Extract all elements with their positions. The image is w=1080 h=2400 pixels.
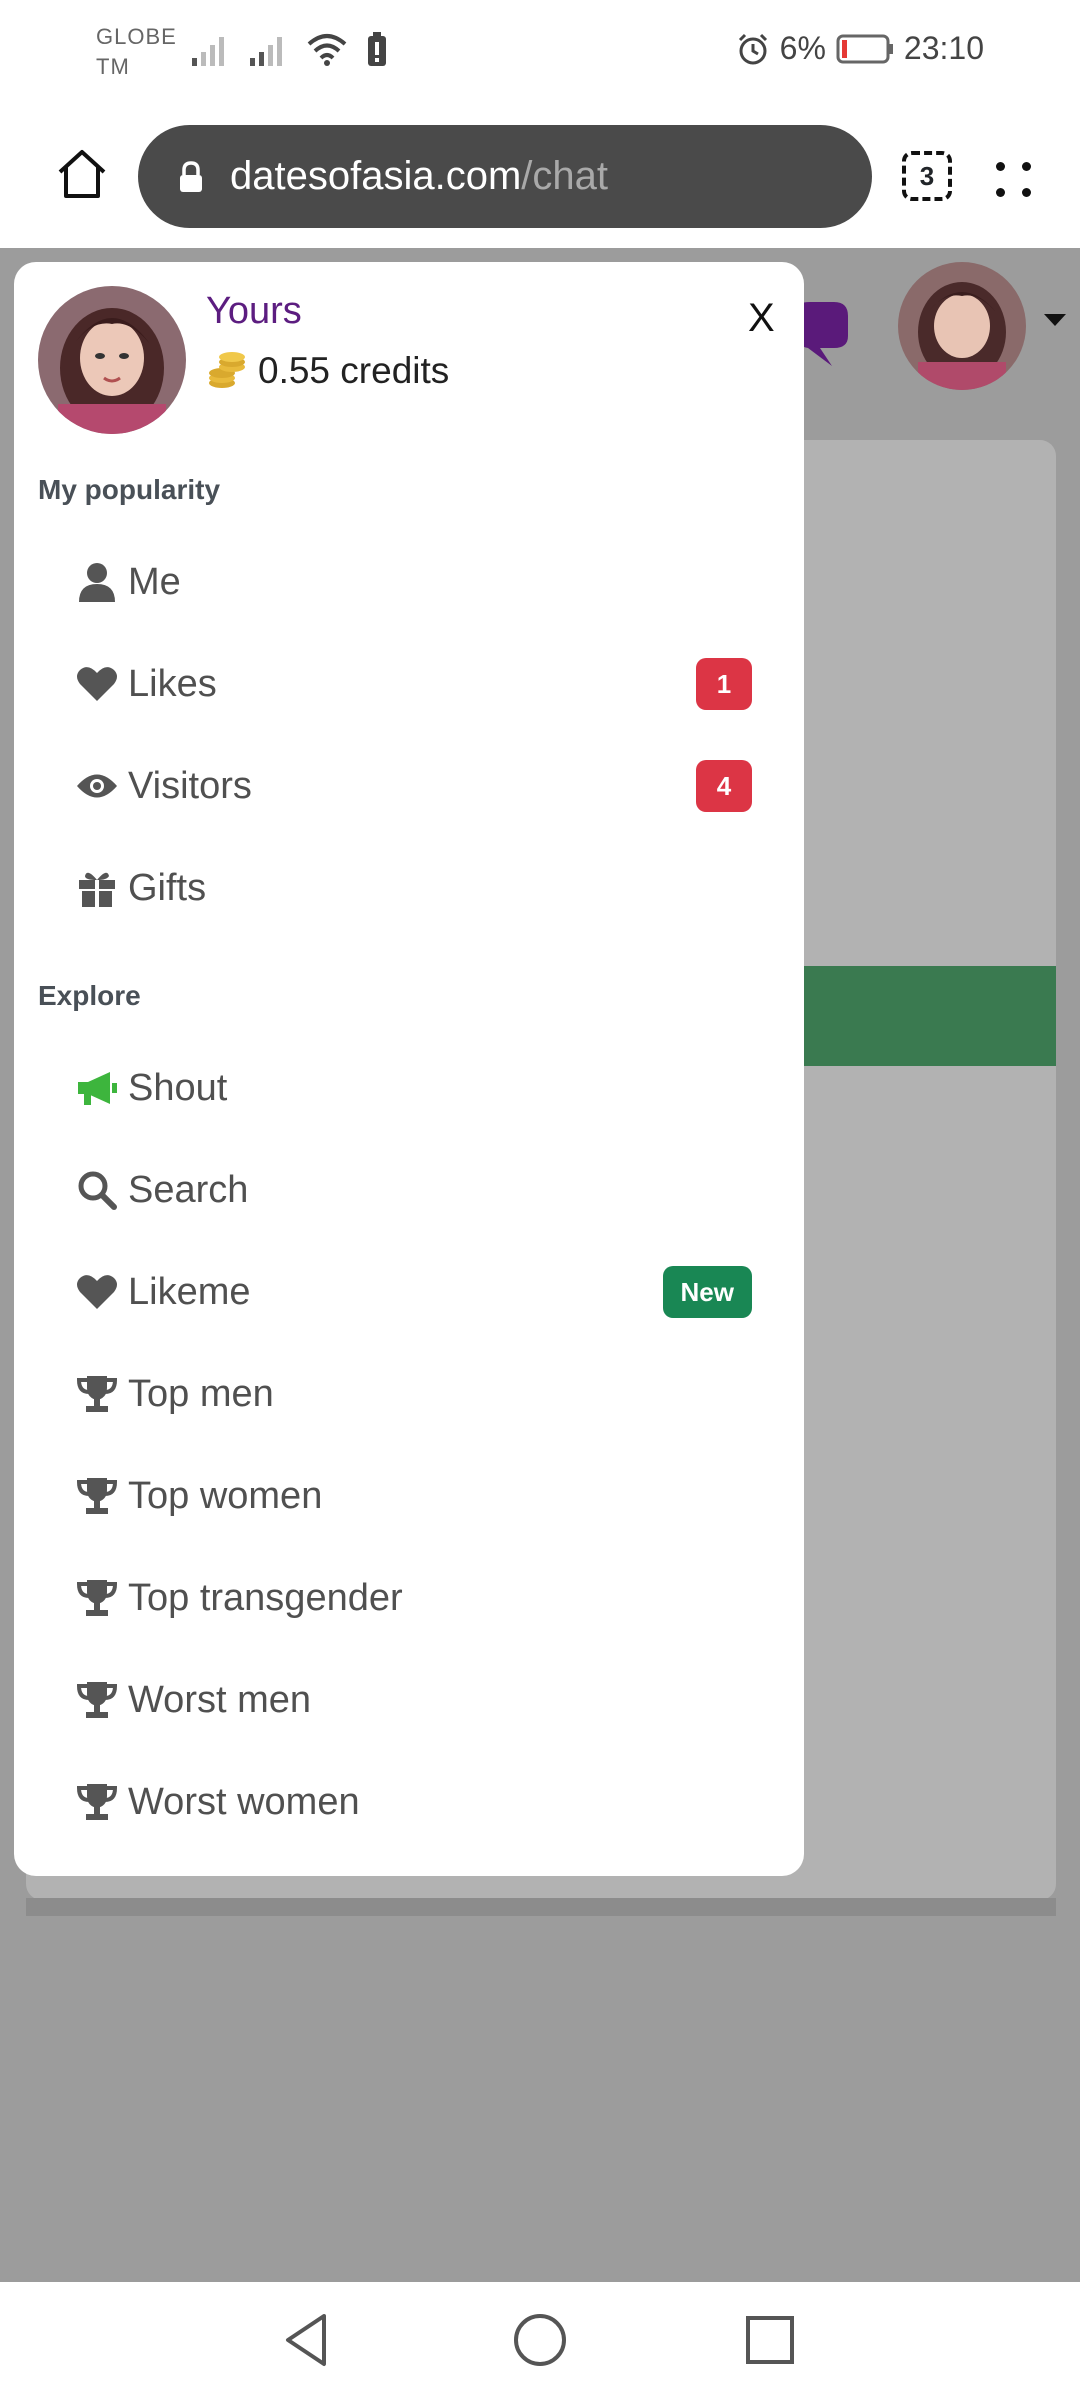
lock-icon (180, 160, 202, 192)
home-icon[interactable] (56, 148, 108, 200)
credits-balance[interactable]: 0.55 credits (206, 350, 449, 392)
menu-label: Likeme (128, 1270, 251, 1313)
menu-label: Me (128, 560, 181, 603)
menu-item-likeme[interactable]: Likeme New (76, 1260, 752, 1324)
menu-item-shout[interactable]: Shout (76, 1056, 752, 1120)
search-icon (76, 1169, 118, 1211)
menu-label: Top men (128, 1372, 274, 1415)
menu-label: Likes (128, 662, 217, 705)
profile-avatar[interactable] (38, 286, 186, 434)
menu-item-visitors[interactable]: Visitors 4 (76, 754, 752, 818)
battery-alert-icon (368, 32, 386, 66)
clock: 23:10 (903, 30, 984, 66)
address-bar[interactable]: datesofasia.com/chat (138, 125, 872, 228)
signal-icon (250, 37, 282, 66)
eye-icon (76, 765, 118, 807)
menu-item-top-women[interactable]: Top women (76, 1464, 752, 1528)
visitors-count-badge: 4 (696, 760, 752, 812)
carrier-line-1: GLOBE (96, 24, 177, 49)
back-icon[interactable] (278, 2310, 338, 2370)
menu-item-search[interactable]: Search (76, 1158, 752, 1222)
close-button[interactable]: X (748, 296, 775, 341)
profile-name[interactable]: Yours (206, 290, 302, 333)
menu-label: Top women (128, 1474, 323, 1517)
heart-icon (76, 1271, 118, 1313)
trophy-icon (76, 1679, 118, 1721)
menu-item-me[interactable]: Me (76, 550, 752, 614)
menu-label: Search (128, 1168, 249, 1211)
trophy-icon (76, 1475, 118, 1517)
background-card-footer (26, 1898, 1056, 1916)
status-bar: GLOBE TM 6% 23:10 (0, 0, 1080, 108)
home-nav-icon[interactable] (510, 2310, 570, 2370)
signal-icons (190, 32, 388, 68)
status-right: 6% 23:10 (736, 30, 984, 67)
tab-switcher-button[interactable]: 3 (902, 151, 952, 201)
new-badge: New (662, 1266, 752, 1318)
likes-count-badge: 1 (696, 658, 752, 710)
menu-label: Worst men (128, 1678, 312, 1721)
battery-icon (836, 34, 893, 63)
trophy-icon (76, 1781, 118, 1823)
url-path: /chat (521, 154, 608, 198)
browser-menu-icon[interactable] (992, 158, 1036, 202)
menu-label: Gifts (128, 866, 207, 909)
side-drawer: Yours 0.55 credits X My popularity Me Li… (14, 262, 804, 1876)
wifi-icon (307, 34, 347, 66)
signal-icon (192, 37, 224, 66)
heart-icon (76, 663, 118, 705)
menu-item-worst-men[interactable]: Worst men (76, 1668, 752, 1732)
menu-item-likes[interactable]: Likes 1 (76, 652, 752, 716)
browser-toolbar: datesofasia.com/chat 3 (0, 108, 1080, 248)
trophy-icon (76, 1373, 118, 1415)
battery-percent: 6% (779, 30, 826, 66)
carrier-line-2: TM (96, 54, 130, 79)
header-avatar[interactable] (898, 262, 1026, 390)
gift-icon (76, 867, 118, 909)
coins-icon (209, 352, 245, 388)
menu-item-top-transgender[interactable]: Top transgender (76, 1566, 752, 1630)
menu-label: Visitors (128, 764, 252, 807)
menu-label: Worst women (128, 1780, 360, 1823)
menu-item-gifts[interactable]: Gifts (76, 856, 752, 920)
menu-item-worst-women[interactable]: Worst women (76, 1770, 752, 1834)
url-text: datesofasia.com/chat (230, 154, 608, 199)
section-title-popularity: My popularity (38, 474, 221, 505)
menu-item-top-men[interactable]: Top men (76, 1362, 752, 1426)
section-title-explore: Explore (38, 980, 141, 1011)
menu-label: Top transgender (128, 1576, 403, 1619)
menu-label: Shout (128, 1066, 228, 1109)
url-domain: datesofasia.com (230, 154, 522, 198)
user-icon (76, 561, 118, 603)
system-nav-bar (0, 2282, 1080, 2400)
trophy-icon (76, 1577, 118, 1619)
dropdown-caret-icon[interactable] (1044, 314, 1066, 326)
recents-icon[interactable] (740, 2310, 800, 2370)
credits-text: 0.55 credits (258, 350, 450, 391)
alarm-icon (738, 33, 767, 64)
carrier-name: GLOBE TM (96, 22, 177, 82)
background-green-bar (780, 966, 1056, 1066)
megaphone-icon (76, 1067, 118, 1109)
tab-count: 3 (919, 160, 935, 191)
